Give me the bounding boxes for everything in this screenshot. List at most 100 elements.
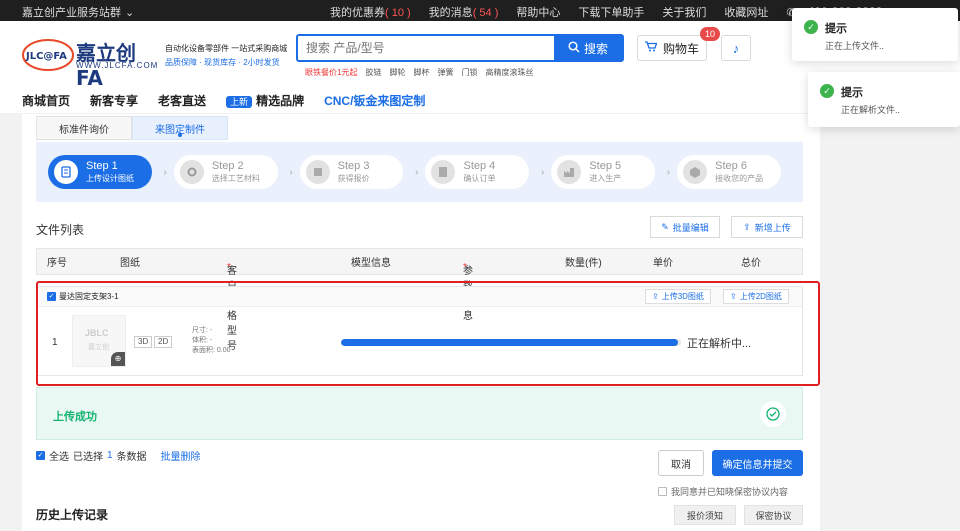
chevron-right-icon: › xyxy=(540,167,545,178)
row-index: 1 xyxy=(52,337,58,348)
order-icon xyxy=(431,160,456,184)
batch-edit-button[interactable]: ✎ 批量编辑 xyxy=(650,216,720,238)
coupon-link[interactable]: 我的优惠券( 10 ) xyxy=(330,4,411,20)
hot-word[interactable]: 门锁 xyxy=(461,67,477,78)
selected-prefix: 已选择 xyxy=(73,452,103,463)
coupon-label: 我的优惠券 xyxy=(330,7,385,19)
quote-notice-button[interactable]: 报价须知 xyxy=(674,505,736,525)
select-all-bar: ✓ 全选 已选择 1 条数据 批量删除 xyxy=(36,448,201,463)
selected-count: 1 xyxy=(107,450,113,461)
batch-delete-link[interactable]: 批量删除 xyxy=(161,448,201,463)
size-value: 尺寸: - xyxy=(192,327,213,334)
new-upload-button[interactable]: ⇪ 新增上传 xyxy=(731,216,803,238)
search-button-label: 搜索 xyxy=(583,41,608,56)
area-value: 表面积: 0.00 xyxy=(192,347,231,354)
chevron-down-icon[interactable]: ⌄ xyxy=(125,6,134,19)
tag-2d[interactable]: 2D xyxy=(154,336,173,348)
upload-2d-button[interactable]: ⇪ 上传2D图纸 xyxy=(723,289,789,304)
hot-word[interactable]: 弹簧 xyxy=(437,67,453,78)
step-5: Step 5 进入生产 › xyxy=(551,155,670,189)
chevron-right-icon: › xyxy=(163,167,167,178)
cart-button[interactable]: 购物车 xyxy=(637,35,707,61)
upload-3d-label: 上传3D图纸 xyxy=(661,292,704,301)
step-title: Step 1 xyxy=(86,160,118,172)
step-2: Step 2 选择工艺材料 › xyxy=(173,155,293,189)
hot-word[interactable]: 高精度滚珠丝 xyxy=(485,67,533,78)
step-desc: 进入生产 xyxy=(589,174,622,183)
hot-word[interactable]: 脚杯 xyxy=(413,67,429,78)
upload-icon: ⇪ xyxy=(730,292,737,301)
about-link[interactable]: 关于我们 xyxy=(662,4,706,20)
select-all-checkbox[interactable]: ✓ xyxy=(36,451,45,460)
agree-checkbox[interactable] xyxy=(658,487,667,496)
logo-url: WWW.JLCFA.COM xyxy=(76,61,159,70)
hot-word[interactable]: 脚轮 xyxy=(389,67,405,78)
nav-item-custom[interactable]: CNC/钣金来图定制 xyxy=(324,92,425,109)
step-desc: 获得报价 xyxy=(337,174,370,183)
col-index: 序号 xyxy=(47,258,67,269)
submit-button[interactable]: 确定信息并提交 xyxy=(712,450,803,476)
step-desc: 确认订单 xyxy=(463,174,496,183)
drawing-thumbnail[interactable]: JBLC 嘉立创 ⊕ xyxy=(72,315,126,367)
download-link[interactable]: 下载下单助手 xyxy=(578,4,644,20)
check-icon: ✓ xyxy=(804,20,818,34)
new-tag: 上新 xyxy=(226,95,253,108)
main-panel: 标准件询价 来图定制件 Step 1 上传设计图纸 › Step 2 选择工艺材料 … xyxy=(22,114,820,531)
step-desc: 选择工艺材料 xyxy=(211,174,260,183)
hot-word[interactable]: 胶链 xyxy=(365,67,381,78)
cancel-button[interactable]: 取消 xyxy=(658,450,704,476)
step-title: Step 4 xyxy=(463,160,496,172)
thumbnail-sub: 嘉立创 xyxy=(88,344,109,351)
search-button[interactable]: 搜索 xyxy=(554,36,622,60)
search-input[interactable] xyxy=(306,36,556,60)
thumbnail-logo: JBLC xyxy=(85,328,109,338)
step-title: Step 3 xyxy=(337,160,370,172)
tagline-main: 自动化设备零部件 一站式采购商城 xyxy=(165,44,288,53)
nda-button[interactable]: 保密协议 xyxy=(744,505,803,525)
nav-item-direct[interactable]: 老客直送 xyxy=(158,92,206,109)
history-title: 历史上传记录 xyxy=(36,508,109,522)
tab-standard-inquiry[interactable]: 标准件询价 xyxy=(36,116,132,140)
nav-item-brands[interactable]: 上新 精选品牌 xyxy=(226,92,304,109)
step-title: Step 2 xyxy=(211,160,244,172)
file-list-title: 文件列表 xyxy=(36,223,85,237)
parse-progress-bar xyxy=(341,339,681,346)
new-upload-label: 新增上传 xyxy=(754,222,791,233)
step-3: Step 3 获得报价 › xyxy=(299,155,418,189)
step-title: Step 6 xyxy=(715,160,747,172)
upload-doc-icon xyxy=(54,160,78,184)
col-qty: 数量(件) xyxy=(565,258,602,269)
selected-suffix: 条数据 xyxy=(116,452,147,463)
nav-item-home[interactable]: 商城首页 xyxy=(22,92,70,109)
step-1: Step 1 上传设计图纸 › xyxy=(48,155,167,189)
site-group-link[interactable]: 嘉立创产业服务站群 xyxy=(22,4,121,20)
agree-label: 我同意并已知晓保密协议内容 xyxy=(671,487,789,497)
search-icon xyxy=(568,40,580,56)
upload-icon: ⇪ xyxy=(743,221,751,232)
chevron-right-icon: › xyxy=(666,167,671,178)
toast-message: 正在解析文件.. xyxy=(841,105,901,115)
help-center-link[interactable]: 帮助中心 xyxy=(516,4,560,20)
row-checkbox[interactable]: ✓ xyxy=(47,292,56,301)
upload-3d-button[interactable]: ⇪ 上传3D图纸 xyxy=(645,289,711,304)
zoom-icon[interactable]: ⊕ xyxy=(111,352,125,366)
step-6: Step 6 接收您的产品 xyxy=(677,155,781,189)
chevron-right-icon: › xyxy=(415,167,419,178)
cart-badge: 10 xyxy=(700,27,720,41)
table-header: 序号 图纸 *客户规格型号 模型信息 *参数信息 数量(件) 单价 总价 xyxy=(36,248,803,352)
upload-2d-label: 上传2D图纸 xyxy=(739,292,782,301)
toast-title: 提示 xyxy=(841,87,863,99)
tag-3d[interactable]: 3D xyxy=(134,336,153,348)
hot-word[interactable]: 眼铁餐价1元起 xyxy=(305,67,357,78)
message-link[interactable]: 我的消息( 54 ) xyxy=(429,4,499,20)
gear-icon xyxy=(179,160,204,184)
bookmark-link[interactable]: 收藏网址 xyxy=(724,4,768,20)
music-note-button[interactable]: ♪ xyxy=(721,35,751,61)
select-all-label[interactable]: 全选 xyxy=(49,448,69,463)
nav-item-new-customer[interactable]: 新客专享 xyxy=(90,92,138,109)
step-4: Step 4 确认订单 › xyxy=(425,155,544,189)
quote-icon xyxy=(305,160,330,184)
logo[interactable]: JLC@FA 嘉立创FA WWW.JLCFA.COM xyxy=(22,37,162,90)
agreement: 我同意并已知晓保密协议内容 xyxy=(658,485,788,498)
tab-custom-parts[interactable]: 来图定制件 xyxy=(132,116,228,140)
